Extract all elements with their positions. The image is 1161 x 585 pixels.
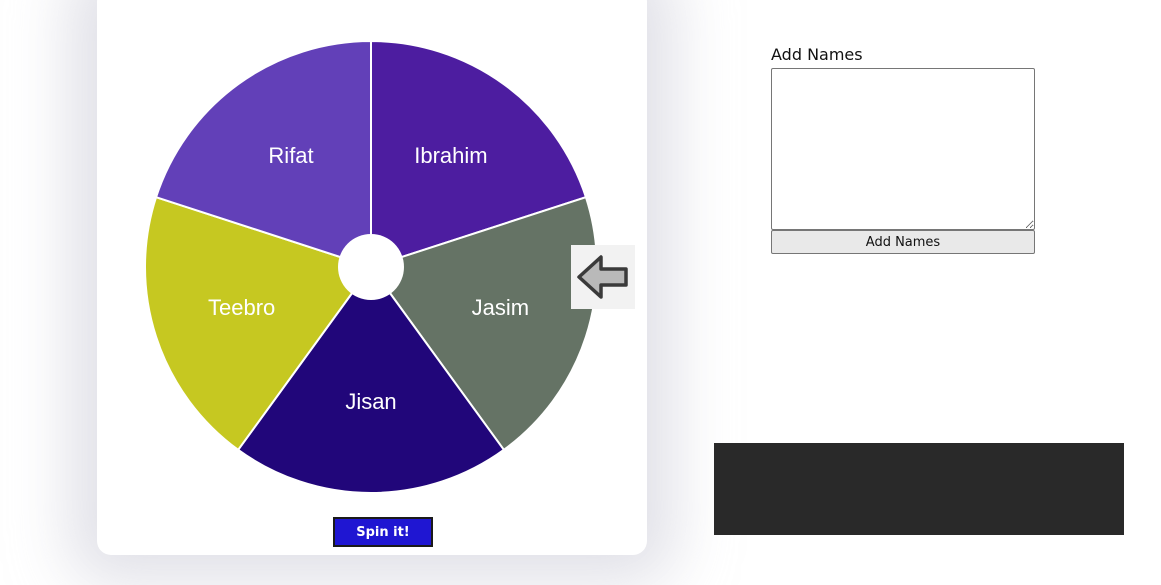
wheel-label-jisan: Jisan	[345, 389, 396, 414]
wheel[interactable]: Ibrahim Jasim Jisan Teebro Rifat	[97, 0, 647, 555]
wheel-label-teebro: Teebro	[208, 295, 275, 320]
wheel-label-jasim: Jasim	[472, 295, 529, 320]
page: Ibrahim Jasim Jisan Teebro Rifat Spin it! Ad…	[0, 0, 1161, 585]
spin-button[interactable]: Spin it!	[333, 517, 433, 547]
wheel-card: Ibrahim Jasim Jisan Teebro Rifat	[97, 0, 647, 555]
result-panel	[714, 443, 1124, 535]
wheel-label-rifat: Rifat	[268, 143, 313, 168]
left-arrow-icon	[577, 255, 628, 299]
add-names-label: Add Names	[771, 45, 863, 64]
wheel-hub	[338, 234, 404, 300]
pointer	[571, 245, 635, 309]
wheel-label-ibrahim: Ibrahim	[414, 143, 487, 168]
add-names-button[interactable]: Add Names	[771, 230, 1035, 254]
names-textarea[interactable]	[771, 68, 1035, 230]
